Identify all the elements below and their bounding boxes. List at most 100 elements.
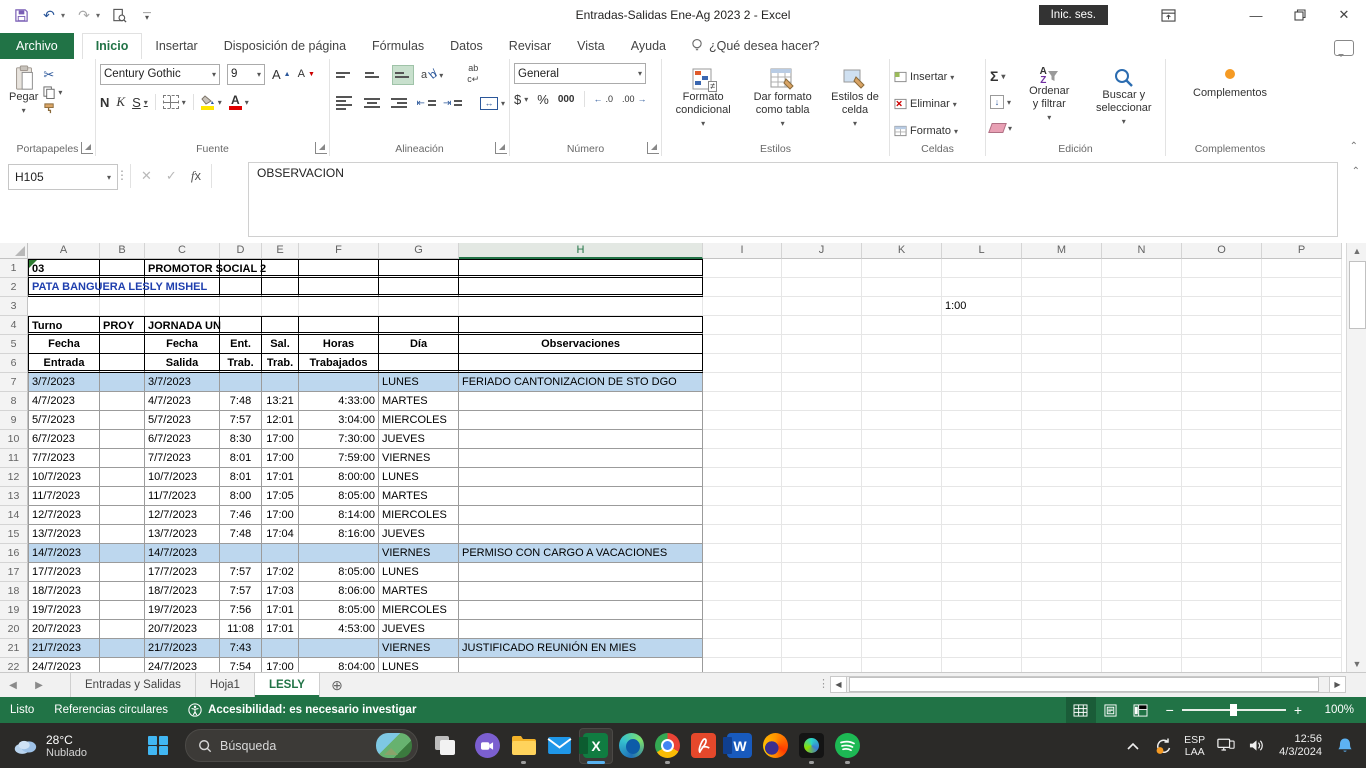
cell-E4[interactable] — [262, 316, 299, 335]
name-box[interactable]: H105▾ — [8, 164, 118, 190]
cell-L13[interactable] — [942, 487, 1022, 506]
cell-J7[interactable] — [782, 373, 862, 392]
cell-O14[interactable] — [1182, 506, 1262, 525]
cell-J20[interactable] — [782, 620, 862, 639]
cell-K7[interactable] — [862, 373, 942, 392]
row-header-22[interactable]: 22 — [0, 658, 28, 672]
ribbon-tab-f-rmulas[interactable]: Fórmulas — [359, 34, 437, 59]
cell-C16[interactable]: 14/7/2023 — [145, 544, 220, 563]
cell-E22[interactable]: 17:00 — [262, 658, 299, 672]
cell-C15[interactable]: 13/7/2023 — [145, 525, 220, 544]
cell-F4[interactable] — [299, 316, 379, 335]
cell-L4[interactable] — [942, 316, 1022, 335]
cell-B1[interactable] — [100, 259, 145, 278]
cell-C11[interactable]: 7/7/2023 — [145, 449, 220, 468]
cell-H19[interactable] — [459, 601, 703, 620]
row-header-1[interactable]: 1 — [0, 259, 28, 278]
cell-P14[interactable] — [1262, 506, 1342, 525]
cell-J10[interactable] — [782, 430, 862, 449]
cell-D10[interactable]: 8:30 — [220, 430, 262, 449]
cell-A13[interactable]: 11/7/2023 — [28, 487, 100, 506]
font-color-icon[interactable]: A▾ — [229, 91, 249, 113]
cell-A10[interactable]: 6/7/2023 — [28, 430, 100, 449]
cell-E6[interactable]: Trab. — [262, 354, 299, 373]
cell-P7[interactable] — [1262, 373, 1342, 392]
status-mode[interactable]: Listo — [0, 697, 44, 723]
cell-L10[interactable] — [942, 430, 1022, 449]
cell-G2[interactable] — [379, 278, 459, 297]
cell-F22[interactable]: 8:04:00 — [299, 658, 379, 672]
cell-P21[interactable] — [1262, 639, 1342, 658]
cell-C14[interactable]: 12/7/2023 — [145, 506, 220, 525]
cell-H14[interactable] — [459, 506, 703, 525]
number-dialog-launcher[interactable] — [647, 142, 659, 154]
cell-J19[interactable] — [782, 601, 862, 620]
cell-M12[interactable] — [1022, 468, 1102, 487]
clock[interactable]: 12:564/3/2024 — [1273, 733, 1328, 759]
cell-L9[interactable] — [942, 411, 1022, 430]
italic-button[interactable]: K — [116, 91, 125, 113]
cell-P5[interactable] — [1262, 335, 1342, 354]
cell-O18[interactable] — [1182, 582, 1262, 601]
cell-H2[interactable] — [459, 278, 703, 297]
col-header-K[interactable]: K — [862, 243, 942, 259]
cell-K14[interactable] — [862, 506, 942, 525]
cell-E2[interactable] — [262, 278, 299, 297]
restore-button[interactable] — [1278, 0, 1322, 30]
ribbon-tab-ayuda[interactable]: Ayuda — [618, 34, 679, 59]
cell-B6[interactable] — [100, 354, 145, 373]
cell-F6[interactable]: Trabajados — [299, 354, 379, 373]
cell-O9[interactable] — [1182, 411, 1262, 430]
cell-M19[interactable] — [1022, 601, 1102, 620]
cell-C12[interactable]: 10/7/2023 — [145, 468, 220, 487]
cell-K20[interactable] — [862, 620, 942, 639]
cell-I18[interactable] — [703, 582, 782, 601]
cell-K15[interactable] — [862, 525, 942, 544]
cell-G9[interactable]: MIERCOLES — [379, 411, 459, 430]
row-header-3[interactable]: 3 — [0, 297, 28, 316]
cell-D6[interactable]: Trab. — [220, 354, 262, 373]
cell-E15[interactable]: 17:04 — [262, 525, 299, 544]
cell-N19[interactable] — [1102, 601, 1182, 620]
row-header-9[interactable]: 9 — [0, 411, 28, 430]
font-name-combo[interactable]: Century Gothic▾ — [100, 64, 220, 85]
currency-icon[interactable]: $▾ — [514, 88, 528, 110]
orientation-icon[interactable]: ab̸▾ — [421, 64, 443, 86]
col-header-F[interactable]: F — [299, 243, 379, 259]
decrease-decimal-icon[interactable]: .00→ — [622, 88, 647, 110]
cell-O20[interactable] — [1182, 620, 1262, 639]
insert-function-icon[interactable]: fx — [191, 168, 201, 184]
cell-D15[interactable]: 7:48 — [220, 525, 262, 544]
cell-E21[interactable] — [262, 639, 299, 658]
cell-K4[interactable] — [862, 316, 942, 335]
cell-M3[interactable] — [1022, 297, 1102, 316]
cell-P11[interactable] — [1262, 449, 1342, 468]
cell-N22[interactable] — [1102, 658, 1182, 672]
cell-J13[interactable] — [782, 487, 862, 506]
cell-O13[interactable] — [1182, 487, 1262, 506]
cell-D22[interactable]: 7:54 — [220, 658, 262, 672]
cell-M5[interactable] — [1022, 335, 1102, 354]
cell-O17[interactable] — [1182, 563, 1262, 582]
cell-J5[interactable] — [782, 335, 862, 354]
cell-A18[interactable]: 18/7/2023 — [28, 582, 100, 601]
collapse-ribbon-icon[interactable]: ⌃ — [1350, 141, 1358, 152]
cell-H22[interactable] — [459, 658, 703, 672]
zoom-in-icon[interactable]: + — [1294, 702, 1302, 718]
cell-B11[interactable] — [100, 449, 145, 468]
col-header-M[interactable]: M — [1022, 243, 1102, 259]
vertical-scrollbar[interactable]: ▲ ▼ — [1346, 243, 1366, 672]
cell-P13[interactable] — [1262, 487, 1342, 506]
cell-D8[interactable]: 7:48 — [220, 392, 262, 411]
zoom-slider-thumb[interactable] — [1230, 704, 1237, 716]
cell-E20[interactable]: 17:01 — [262, 620, 299, 639]
cell-N6[interactable] — [1102, 354, 1182, 373]
cell-C6[interactable]: Salida — [145, 354, 220, 373]
cell-H18[interactable] — [459, 582, 703, 601]
cell-N14[interactable] — [1102, 506, 1182, 525]
cell-D17[interactable]: 7:57 — [220, 563, 262, 582]
cell-F3[interactable] — [299, 297, 379, 316]
cell-G4[interactable] — [379, 316, 459, 335]
col-header-C[interactable]: C — [145, 243, 220, 259]
cell-B5[interactable] — [100, 335, 145, 354]
